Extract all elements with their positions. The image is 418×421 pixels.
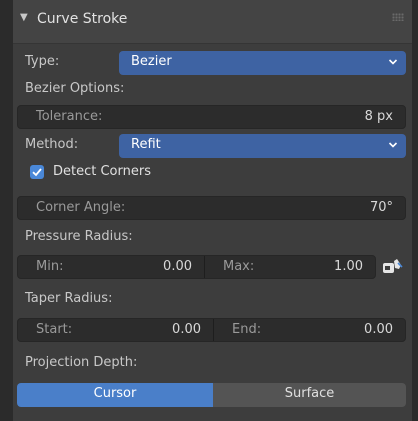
bezier-options-label: Bezier Options: — [25, 81, 125, 96]
detect-corners-label[interactable]: Detect Corners — [53, 164, 151, 179]
method-dropdown[interactable]: Refit — [119, 134, 406, 158]
pressure-max-value: 1.00 — [334, 259, 363, 274]
grip-dots-icon[interactable] — [392, 13, 404, 21]
chevron-down-icon — [388, 59, 398, 65]
pressure-radius-field: Min: 0.00 Max: 1.00 — [17, 255, 376, 279]
triangle-down-icon[interactable]: ▼ — [20, 12, 28, 23]
tolerance-field[interactable]: Tolerance: 8 px — [17, 105, 406, 129]
pressure-min-value: 0.00 — [163, 259, 192, 274]
panel-header[interactable]: ▼ Curve Stroke — [13, 0, 412, 44]
projection-cursor-button[interactable]: Cursor — [17, 383, 213, 407]
method-label: Method: — [25, 137, 79, 152]
taper-start-value: 0.00 — [172, 322, 201, 337]
pressure-max-field[interactable]: Max: 1.00 — [205, 256, 375, 278]
corner-angle-label: Corner Angle: — [36, 200, 126, 215]
curve-stroke-panel: ▼ Curve Stroke Type: Bezier Bezier Optio… — [13, 0, 412, 421]
taper-radius-field: Start: 0.00 End: 0.00 — [17, 318, 406, 342]
taper-start-field[interactable]: Start: 0.00 — [18, 319, 213, 341]
type-value: Bezier — [131, 54, 172, 69]
checkmark-icon — [32, 168, 42, 177]
pressure-min-field[interactable]: Min: 0.00 — [18, 256, 204, 278]
pressure-radius-label: Pressure Radius: — [25, 229, 133, 244]
corner-angle-value: 70° — [369, 200, 393, 215]
pressure-min-label: Min: — [36, 259, 64, 274]
tolerance-value: 8 px — [364, 109, 393, 124]
type-dropdown[interactable]: Bezier — [119, 51, 406, 75]
pressure-max-label: Max: — [223, 259, 255, 274]
type-label: Type: — [25, 54, 60, 69]
cursor-hand-icon[interactable] — [382, 258, 404, 276]
projection-cursor-label: Cursor — [93, 386, 137, 401]
projection-depth-label: Projection Depth: — [25, 355, 138, 370]
taper-radius-label: Taper Radius: — [25, 291, 113, 306]
panel-title: Curve Stroke — [37, 11, 128, 27]
corner-angle-field[interactable]: Corner Angle: 70° — [17, 196, 406, 220]
taper-end-value: 0.00 — [364, 322, 393, 337]
chevron-down-icon — [388, 142, 398, 148]
tolerance-label: Tolerance: — [36, 109, 103, 124]
detect-corners-checkbox[interactable] — [30, 165, 44, 179]
taper-end-label: End: — [232, 322, 262, 337]
projection-surface-label: Surface — [284, 386, 335, 401]
taper-end-field[interactable]: End: 0.00 — [214, 319, 405, 341]
method-value: Refit — [131, 137, 161, 152]
taper-start-label: Start: — [36, 322, 73, 337]
projection-surface-button[interactable]: Surface — [213, 383, 406, 407]
